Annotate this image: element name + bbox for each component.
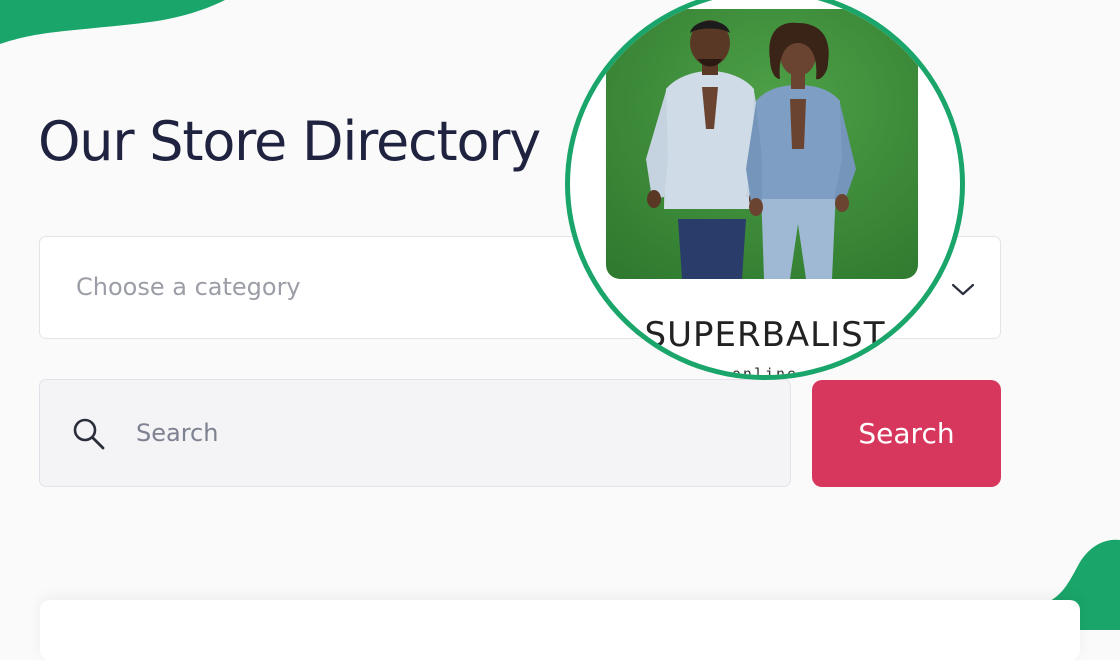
search-icon: [73, 418, 105, 450]
content-card: [40, 600, 1080, 660]
search-button[interactable]: Search: [812, 380, 1001, 487]
brand-name: SUPERBALIST: [644, 315, 886, 355]
category-placeholder: Choose a category: [76, 273, 301, 301]
top-left-blob: [0, 0, 225, 44]
page-title: Our Store Directory: [38, 110, 541, 173]
superbalist-promo-badge: SUPERBALIST online: [565, 0, 965, 380]
brand-tagline: online: [731, 365, 799, 380]
chevron-down-icon: [951, 283, 975, 296]
search-box[interactable]: [39, 379, 791, 487]
search-input[interactable]: [136, 410, 756, 456]
promo-photo: [606, 9, 918, 279]
